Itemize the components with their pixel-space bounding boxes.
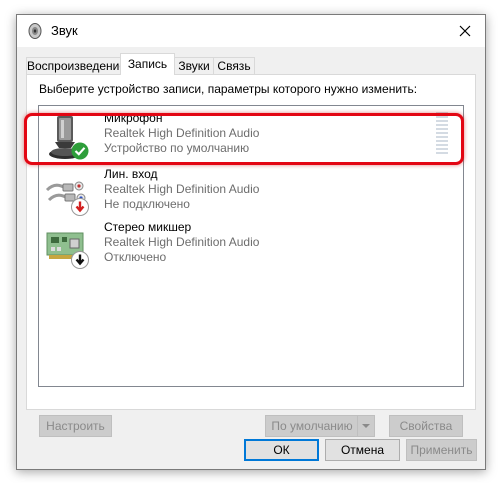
sound-dialog-window: Звук Воспроизведение Запись Звуки Связь …: [16, 14, 486, 470]
set-default-dropdown[interactable]: [357, 416, 374, 436]
window-title: Звук: [51, 23, 78, 38]
tab-playback[interactable]: Воспроизведение: [26, 57, 126, 74]
chevron-down-icon: [362, 424, 370, 428]
tab-communications[interactable]: Связь: [213, 57, 255, 74]
device-name: Лин. вход: [104, 167, 158, 181]
device-item-stereo-mix[interactable]: Стерео микшер Realtek High Definition Au…: [39, 218, 463, 270]
tab-recording[interactable]: Запись: [120, 53, 175, 75]
close-icon: [459, 25, 471, 37]
speaker-app-icon: [28, 23, 42, 39]
device-status: Отключено: [104, 250, 167, 264]
device-driver: Realtek High Definition Audio: [104, 235, 260, 249]
properties-button[interactable]: Свойства: [389, 415, 463, 437]
device-name: Стерео микшер: [104, 220, 192, 234]
title-bar[interactable]: Звук: [17, 15, 485, 47]
selection-highlight-frame: [24, 113, 464, 165]
set-default-button[interactable]: По умолчанию: [265, 415, 375, 437]
cancel-button[interactable]: Отмена: [325, 439, 400, 461]
device-item-line-in[interactable]: Лин. вход Realtek High Definition Audio …: [39, 165, 463, 217]
device-driver: Realtek High Definition Audio: [104, 182, 260, 196]
set-default-label: По умолчанию: [271, 419, 353, 433]
not-connected-arrow-icon: [71, 198, 89, 216]
disabled-arrow-icon: [71, 251, 89, 269]
device-status: Не подключено: [104, 197, 190, 211]
configure-button[interactable]: Настроить: [39, 415, 112, 437]
tab-sounds[interactable]: Звуки: [174, 57, 214, 74]
apply-button[interactable]: Применить: [406, 439, 477, 461]
instruction-text: Выберите устройство записи, параметры ко…: [39, 82, 418, 96]
ok-button[interactable]: ОК: [244, 439, 319, 461]
close-button[interactable]: [445, 15, 485, 47]
